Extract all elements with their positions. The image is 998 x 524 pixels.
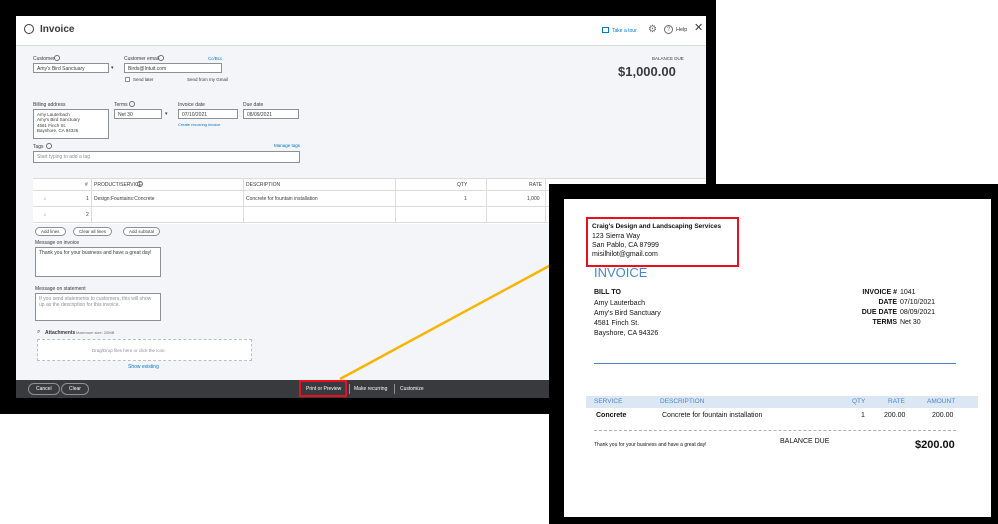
row-description: Concrete for fountain installation: [662, 412, 763, 419]
meta-value: Net 30: [900, 319, 921, 326]
bill-to-line: Amy's Bird Sanctuary: [594, 310, 661, 317]
invoice-meta: INVOICE #1041 DATE 07/10/2021 DUE DATE 08/…: [824, 288, 935, 326]
meta-label: TERMS: [872, 319, 898, 326]
row-amount: 200.00: [932, 412, 954, 419]
bill-to-line: Bayshore, CA 94326: [594, 330, 659, 337]
thanks-message: Thank you for your business and have a g…: [594, 442, 707, 448]
col-amount-header: AMOUNT: [927, 398, 956, 405]
invoice-title: INVOICE: [594, 265, 648, 280]
row-rate: 200.00: [884, 412, 906, 419]
balance-due-label: BALANCE DUE: [780, 438, 830, 445]
meta-label: DATE: [878, 299, 897, 306]
company-email: misilhilot@gmail.com: [592, 251, 658, 258]
col-qty-header: QTY: [852, 398, 866, 405]
meta-value: 07/10/2021: [900, 299, 936, 306]
meta-value: 1041: [900, 289, 916, 296]
company-name: Craig's Design and Landscaping Services: [592, 223, 722, 230]
col-service-header: SERVICE: [594, 398, 623, 405]
row-service: Concrete: [596, 412, 627, 419]
invoice-preview-page: Craig's Design and Landscaping Services …: [564, 199, 991, 517]
company-address-line: San Pablo, CA 87999: [592, 242, 659, 249]
bill-to-line: Amy Lauterbach: [594, 300, 645, 307]
meta-label: DUE DATE: [861, 309, 897, 316]
col-description-header: DESCRIPTION: [660, 398, 705, 405]
row-qty: 1: [861, 412, 865, 419]
meta-value: 08/09/2021: [900, 309, 936, 316]
meta-label: INVOICE #: [862, 289, 897, 296]
company-address-line: 123 Sierra Way: [592, 233, 640, 240]
bill-to-label: BILL TO: [594, 289, 621, 296]
balance-due-amount: $200.00: [915, 439, 955, 451]
divider: [594, 430, 956, 431]
items-header: SERVICE DESCRIPTION QTY RATE AMOUNT: [586, 396, 978, 408]
print-preview-window: Craig's Design and Landscaping Services …: [549, 184, 998, 524]
col-rate-header: RATE: [888, 398, 905, 405]
table-row: Concrete Concrete for fountain installat…: [586, 410, 978, 422]
bill-to-line: 4581 Finch St.: [594, 320, 640, 327]
divider: [594, 363, 956, 364]
